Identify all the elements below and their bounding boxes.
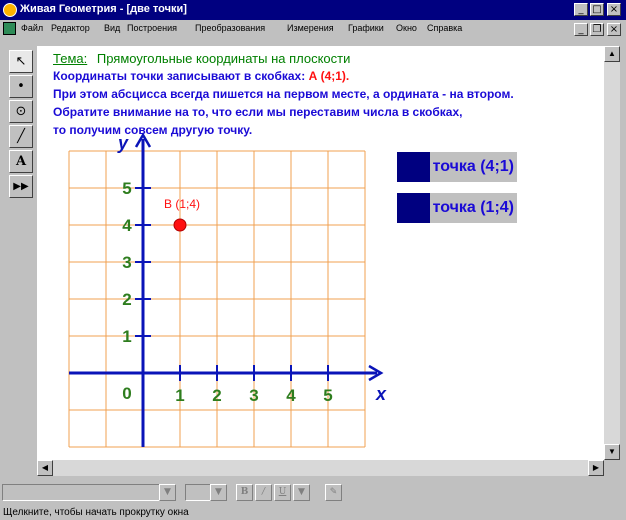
menu-edit[interactable]: Редактор [51, 23, 90, 33]
x-tick-label: 5 [323, 386, 332, 405]
maximize-button[interactable]: □ [590, 3, 604, 16]
menu-transform[interactable]: Преобразования [195, 23, 265, 33]
point-a-button[interactable]: точка (4;1) [397, 152, 517, 182]
doc-restore-button[interactable]: ❐ [590, 23, 604, 36]
vertical-scrollbar[interactable]: ▲ ▼ [604, 46, 620, 460]
y-tick-label: 1 [122, 327, 131, 346]
menu-window[interactable]: Окно [396, 23, 417, 33]
y-tick-label: 5 [122, 179, 131, 198]
point-label: В (1;4) [164, 197, 200, 211]
origin-label: 0 [122, 384, 131, 403]
font-dropdown-arrow[interactable]: ▼ [159, 484, 176, 501]
script-tool-icon[interactable]: ▶▶ [9, 175, 33, 198]
x-tick-label: 2 [212, 386, 221, 405]
coordinate-plane: 1 2 3 4 5 1 2 3 4 5 0 x y В (1;4) [68, 132, 387, 448]
menu-measure[interactable]: Измерения [287, 23, 334, 33]
y-axis-label: y [117, 133, 129, 153]
y-tick-label: 3 [122, 253, 131, 272]
point-a-button-label: точка (4;1) [429, 152, 517, 182]
straightedge-tool-icon[interactable]: ╱ [9, 125, 33, 148]
x-tick-label: 4 [286, 386, 296, 405]
bold-button[interactable]: B [236, 484, 253, 501]
toolbox: ↖ • ⊙ ╱ A ▶▶ [9, 50, 34, 200]
menu-graph[interactable]: Графики [348, 23, 384, 33]
menu-view[interactable]: Вид [104, 23, 120, 33]
scroll-right-arrow[interactable]: ▶ [588, 460, 604, 476]
format-options-icon[interactable]: ✎ [325, 484, 342, 501]
size-dropdown-arrow[interactable]: ▼ [210, 484, 227, 501]
point-tool-icon[interactable]: • [9, 75, 33, 98]
compass-tool-icon[interactable]: ⊙ [9, 100, 33, 123]
horizontal-scrollbar[interactable]: ◀ ▶ [37, 460, 604, 476]
scroll-down-arrow[interactable]: ▼ [604, 444, 620, 460]
doc-minimize-button[interactable]: _ [574, 23, 588, 36]
underline-button[interactable]: U [274, 484, 291, 501]
point-b-button[interactable]: точка (1;4) [397, 193, 517, 223]
text-tool-icon[interactable]: A [9, 150, 33, 173]
document-icon[interactable] [3, 22, 16, 35]
font-select[interactable] [2, 484, 176, 501]
title-bar: Живая Геометрия - [две точки] _ □ × [0, 0, 626, 20]
y-tick-label: 2 [122, 290, 131, 309]
doc-close-button[interactable]: × [607, 23, 621, 36]
x-tick-label: 1 [175, 386, 184, 405]
point-marker [173, 218, 187, 232]
italic-button[interactable]: / [255, 484, 272, 501]
menu-construct[interactable]: Построения [127, 23, 177, 33]
status-text: Щелкните, чтобы начать прокрутку окна [3, 507, 189, 518]
menu-bar: Файл Редактор Вид Построения Преобразова… [0, 20, 626, 38]
y-tick-label: 4 [122, 216, 132, 235]
sketch-canvas[interactable]: Тема: Прямоугольные координаты на плоско… [37, 46, 604, 460]
menu-file[interactable]: Файл [21, 23, 43, 33]
x-axis-label: x [375, 384, 387, 404]
minimize-button[interactable]: _ [574, 3, 588, 16]
status-bar: Щелкните, чтобы начать прокрутку окна [0, 506, 626, 520]
window-title: Живая Геометрия - [две точки] [20, 3, 187, 15]
color-dropdown-arrow[interactable]: ▼ [293, 484, 310, 501]
x-tick-label: 3 [249, 386, 258, 405]
point-b-button-label: точка (1;4) [429, 193, 517, 223]
scroll-up-arrow[interactable]: ▲ [604, 46, 620, 62]
close-button[interactable]: × [607, 3, 621, 16]
app-icon [3, 3, 17, 17]
arrow-tool-icon[interactable]: ↖ [9, 50, 33, 73]
format-toolbar: ▼ ▼ B / U ▼ ✎ [0, 480, 626, 504]
scroll-left-arrow[interactable]: ◀ [37, 460, 53, 476]
menu-help[interactable]: Справка [427, 23, 462, 33]
